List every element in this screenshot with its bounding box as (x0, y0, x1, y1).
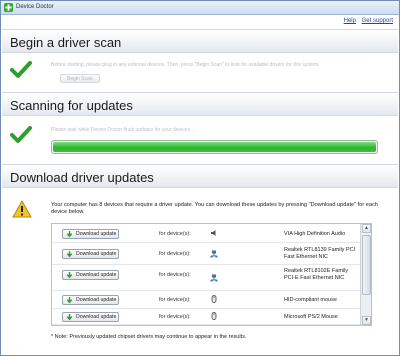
window-title: Device Doctor (16, 4, 54, 10)
scroll-up-arrow-icon[interactable]: ▲ (362, 224, 371, 233)
device-name: Realtek RTL8139 Family PCI Fast Ethernet… (284, 247, 356, 260)
for-devices-label: for device(s): (159, 231, 191, 237)
download-arrow-icon (66, 272, 73, 279)
download-update-label: Download update (76, 272, 117, 278)
green-plus-icon (4, 3, 13, 12)
device-name: HID-compliant mouse (284, 297, 337, 303)
green-check-icon (10, 61, 32, 78)
for-devices-label: for device(s): (159, 272, 191, 278)
for-devices-label: for device(s): (159, 251, 191, 257)
download-update-button[interactable]: Download update (62, 249, 119, 259)
mouse-icon (211, 312, 217, 320)
device-list-scrollbar[interactable]: ▲ ▼ (360, 224, 371, 325)
scan-progress-bar (51, 140, 378, 154)
list-item: Download update for device(s): Realtek R… (52, 243, 361, 265)
begin-scan-button[interactable]: Begin Scan (60, 74, 100, 83)
list-item: Download update for device(s): HID-compl… (52, 291, 361, 309)
green-check-icon (10, 126, 32, 143)
list-item: Download update for device(s): Microsoft… (52, 309, 361, 325)
scan-instructions: Before starting, please plug in any exte… (51, 62, 320, 68)
download-arrow-icon (66, 231, 73, 238)
title-bar: Device Doctor (1, 1, 399, 15)
download-update-button[interactable]: Download update (62, 229, 119, 239)
section-header-download: Download driver updates (2, 164, 398, 188)
device-name: VIA High Definition Audio (284, 231, 346, 237)
download-update-label: Download update (76, 297, 117, 303)
scanning-status-text: Please wait while Device Doctor finds up… (51, 127, 195, 133)
speaker-icon (211, 230, 216, 236)
scroll-down-arrow-icon[interactable]: ▼ (362, 316, 371, 325)
download-update-label: Download update (76, 231, 117, 237)
app-window: Device Doctor Help Get support Begin a d… (0, 0, 400, 356)
download-update-button[interactable]: Download update (62, 270, 119, 280)
section-title-scan: Begin a driver scan (10, 35, 122, 50)
download-arrow-icon (66, 297, 73, 304)
warning-icon (12, 200, 32, 218)
section-header-scan: Begin a driver scan (2, 29, 398, 53)
scrollbar-thumb[interactable] (362, 235, 371, 295)
section-title-scanning: Scanning for updates (10, 98, 133, 113)
list-item: Download update for device(s): VIA High … (52, 224, 361, 243)
network-icon (210, 250, 218, 258)
download-arrow-icon (66, 314, 73, 321)
get-support-link[interactable]: Get support (362, 18, 393, 24)
mouse-icon (211, 295, 217, 303)
help-link[interactable]: Help (344, 18, 356, 24)
download-update-button[interactable]: Download update (62, 312, 119, 322)
footnote: * Note: Previously updated chipset drive… (51, 334, 247, 340)
for-devices-label: for device(s): (159, 297, 191, 303)
section-title-download: Download driver updates (10, 170, 154, 185)
download-update-label: Download update (76, 251, 117, 257)
list-item: Download update for device(s): Realtek R… (52, 265, 361, 291)
section-header-scanning: Scanning for updates (2, 92, 398, 116)
progress-fill (53, 142, 376, 152)
device-name: Microsoft PS/2 Mouse (284, 314, 338, 320)
for-devices-label: for device(s): (159, 314, 191, 320)
network-icon (210, 274, 218, 282)
device-list[interactable]: Download update for device(s): VIA High … (51, 223, 372, 326)
device-name: Realtek RTL8102E Family PCI-E Fast Ether… (284, 268, 349, 281)
download-info-text: Your computer has 8 devices that require… (51, 202, 378, 215)
download-arrow-icon (66, 251, 73, 258)
download-update-label: Download update (76, 314, 117, 320)
download-update-button[interactable]: Download update (62, 295, 119, 305)
top-links: Help Get support (340, 18, 393, 24)
